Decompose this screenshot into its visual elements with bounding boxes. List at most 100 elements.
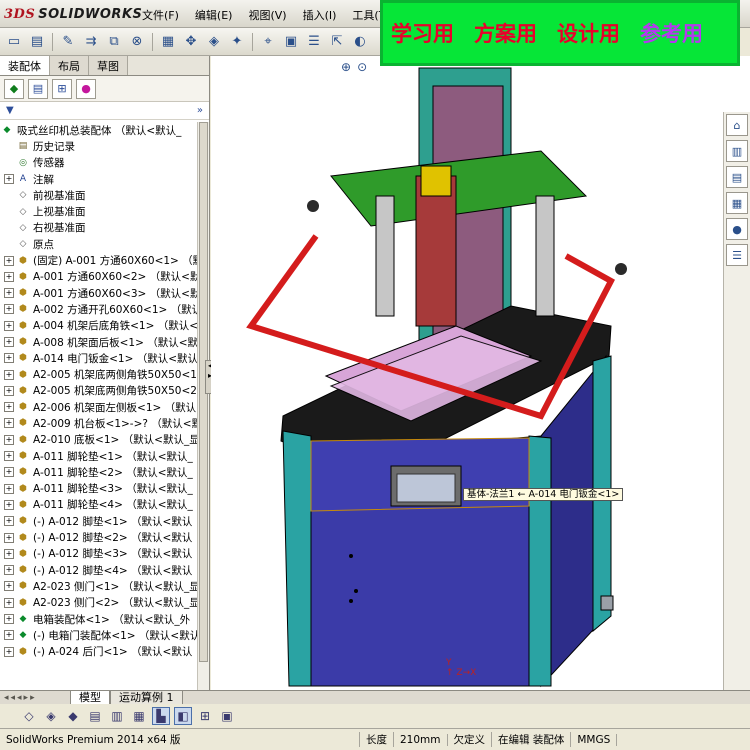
linear-pattern-icon[interactable]: ▦	[158, 32, 178, 52]
perspective-icon[interactable]: ▙	[152, 707, 170, 725]
menu-view[interactable]: 视图(V)	[240, 7, 294, 23]
zoom-area-icon[interactable]: ⊙	[357, 60, 367, 74]
expand-toggle-icon[interactable]: +	[4, 532, 14, 543]
expand-toggle-icon[interactable]: +	[4, 597, 14, 608]
expand-toggle-icon[interactable]: +	[4, 337, 14, 347]
assembly-features-icon[interactable]: ✦	[227, 32, 247, 52]
tree-item[interactable]: + ⬢ (-) A-012 脚垫<1> （默认<默认	[0, 513, 198, 529]
tree-item[interactable]: + ⬢ (固定) A-001 方通60X60<1> （默	[0, 252, 198, 268]
shaded-with-edges-icon[interactable]: ▤	[86, 707, 104, 725]
wireframe-icon[interactable]: ◇	[20, 707, 38, 725]
expand-toggle-icon[interactable]: +	[4, 516, 14, 527]
tree-item[interactable]: + ⬢ A-011 脚轮垫<1> （默认<默认_	[0, 448, 198, 464]
view-orientation-icon[interactable]: ⊞	[196, 707, 214, 725]
appearances-icon[interactable]: ●	[726, 218, 748, 240]
tab-motion-study[interactable]: 运动算例 1	[110, 690, 183, 705]
move-component-icon[interactable]: ✥	[181, 32, 201, 52]
insert-component-icon[interactable]: ⧉	[104, 32, 124, 52]
tree-root[interactable]: ◆ 吸式丝印机总装配体 （默认<默认_	[0, 122, 198, 138]
design-library-icon[interactable]: ▥	[726, 140, 748, 162]
tree-scrollbar[interactable]	[197, 122, 209, 690]
expand-toggle-icon[interactable]: +	[4, 271, 14, 282]
shadows-icon[interactable]: ◧	[174, 707, 192, 725]
tree-item[interactable]: + ⬢ (-) A-012 脚垫<2> （默认<默认	[0, 529, 198, 545]
expand-toggle-icon[interactable]: +	[4, 548, 14, 559]
property-manager-icon[interactable]: ▤	[28, 78, 48, 99]
show-hidden-icon[interactable]: ◈	[204, 32, 224, 52]
pen-icon[interactable]: ✎	[58, 32, 78, 52]
smart-mates-icon[interactable]: ⇉	[81, 32, 101, 52]
new-motion-study-icon[interactable]: ▣	[281, 32, 301, 52]
tree-item[interactable]: + ⬢ A-002 方通开孔60X60<1> （默认<	[0, 301, 198, 317]
expand-toggle-icon[interactable]: +	[4, 565, 14, 576]
tree-item[interactable]: + ⬢ A2-010 底板<1> （默认<默认_显	[0, 432, 198, 448]
tree-item[interactable]: + ⬢ A2-005 机架底两侧角铁50X50<1	[0, 366, 198, 382]
display-manager-icon[interactable]: ●	[76, 78, 96, 99]
expand-toggle-icon[interactable]: +	[4, 646, 14, 657]
expand-toggle-icon[interactable]: +	[4, 418, 14, 429]
tab-sketch[interactable]: 草图	[89, 56, 128, 75]
tree-item[interactable]: + ⬢ A-011 脚轮垫<2> （默认<默认_	[0, 464, 198, 480]
tree-item[interactable]: + ⬢ A-011 脚轮垫<4> （默认<默认_	[0, 497, 198, 513]
expand-toggle-icon[interactable]: +	[4, 483, 14, 494]
tree-item[interactable]: ◇ 右视基准面	[0, 220, 198, 236]
menu-edit[interactable]: 编辑(E)	[187, 7, 241, 23]
configuration-manager-icon[interactable]: ⊞	[52, 78, 72, 99]
tree-item[interactable]: ◇ 原点	[0, 236, 198, 252]
expand-toggle-icon[interactable]: +	[4, 288, 14, 299]
reference-geometry-icon[interactable]: ⌖	[258, 32, 278, 52]
tree-item[interactable]: ▤ 历史记录	[0, 138, 198, 154]
expand-toggle-icon[interactable]: +	[4, 434, 14, 445]
tree-item[interactable]: ◇ 上视基准面	[0, 203, 198, 219]
expand-toggle-icon[interactable]: +	[4, 451, 14, 462]
expand-panel-icon[interactable]: »	[197, 105, 203, 116]
expand-toggle-icon[interactable]: +	[4, 304, 14, 315]
tree-item[interactable]: + A 注解	[0, 171, 198, 187]
menu-file[interactable]: 文件(F)	[134, 7, 187, 23]
instant3d-icon[interactable]: ◐	[350, 32, 370, 52]
section-view-icon[interactable]: ▦	[130, 707, 148, 725]
expand-toggle-icon[interactable]: +	[4, 174, 14, 185]
tree-item[interactable]: + ⬢ A2-023 侧门<2> （默认<默认_显	[0, 595, 198, 611]
tree-item[interactable]: + ⬢ A-014 电门钣金<1> （默认<默认	[0, 350, 198, 366]
tree-item[interactable]: + ⬢ A-001 方通60X60<2> （默认<默认_	[0, 269, 198, 285]
tree-item[interactable]: ◎ 传感器	[0, 155, 198, 171]
tree-item[interactable]: + ◆ (-) 电箱门装配体<1> （默认<默认	[0, 627, 198, 643]
tree-item[interactable]: + ◆ 电箱装配体<1> （默认<默认_外	[0, 611, 198, 627]
tab-assembly[interactable]: 装配体	[0, 56, 50, 75]
zoom-fit-icon[interactable]: ⊕	[341, 60, 351, 74]
solidworks-logo[interactable]: 3DS SOLIDWORKS	[4, 4, 142, 24]
tab-scroll-arrows-icon[interactable]: ◂◂◂▸▸	[0, 693, 70, 703]
file-explorer-icon[interactable]: ▤	[726, 166, 748, 188]
tab-layout[interactable]: 布局	[50, 56, 89, 75]
tree-item[interactable]: + ⬢ A2-006 机架面左侧板<1> （默认<	[0, 399, 198, 415]
expand-toggle-icon[interactable]: +	[4, 581, 14, 592]
tree-item[interactable]: + ⬢ A-011 脚轮垫<3> （默认<默认_	[0, 481, 198, 497]
view-palette-icon[interactable]: ▦	[726, 192, 748, 214]
tree-item[interactable]: + ⬢ A2-009 机台板<1>->? （默认<默	[0, 415, 198, 431]
tree-item[interactable]: + ⬢ A-001 方通60X60<3> （默认<默认_	[0, 285, 198, 301]
tree-item[interactable]: + ⬢ A2-005 机架底两侧角铁50X50<2	[0, 383, 198, 399]
expand-toggle-icon[interactable]: +	[4, 385, 14, 396]
status-units[interactable]: MMGS	[571, 733, 618, 746]
tab-model[interactable]: 模型	[70, 690, 110, 705]
expand-toggle-icon[interactable]: +	[4, 467, 14, 478]
custom-properties-icon[interactable]: ☰	[726, 244, 748, 266]
graphics-viewport[interactable]: ⊕ ⊙ Y ↑ Z→X	[211, 56, 723, 690]
tree-item[interactable]: + ⬢ (-) A-012 脚垫<3> （默认<默认	[0, 546, 198, 562]
expand-toggle-icon[interactable]: +	[4, 255, 14, 266]
tree-item[interactable]: + ⬢ (-) A-012 脚垫<4> （默认<默认	[0, 562, 198, 578]
hidden-lines-removed-icon[interactable]: ◆	[64, 707, 82, 725]
new-document-icon[interactable]: ▭	[4, 32, 24, 52]
menu-insert[interactable]: 插入(I)	[295, 7, 345, 23]
bill-of-materials-icon[interactable]: ☰	[304, 32, 324, 52]
expand-toggle-icon[interactable]: +	[4, 630, 14, 641]
tree-item[interactable]: + ⬢ A-004 机架后底角铁<1> （默认<	[0, 318, 198, 334]
shaded-icon[interactable]: ▥	[108, 707, 126, 725]
tree-item[interactable]: ◇ 前视基准面	[0, 187, 198, 203]
expand-toggle-icon[interactable]: +	[4, 369, 14, 380]
exploded-view-icon[interactable]: ⇱	[327, 32, 347, 52]
expand-toggle-icon[interactable]: +	[4, 353, 14, 364]
display-style-icon[interactable]: ▣	[218, 707, 236, 725]
expand-toggle-icon[interactable]: +	[4, 614, 14, 625]
